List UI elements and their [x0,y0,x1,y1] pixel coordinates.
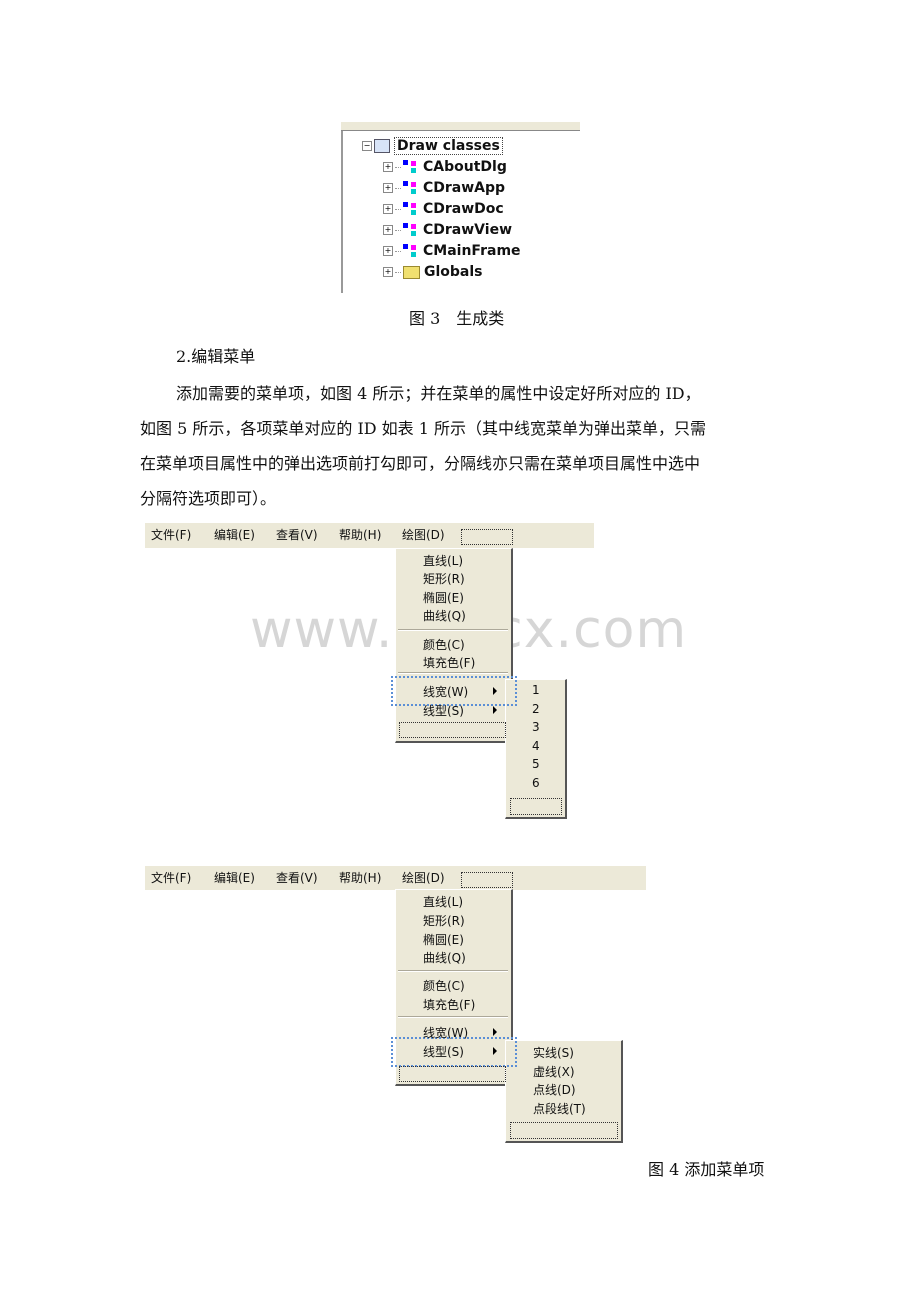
submenu-arrow-icon [493,1028,497,1036]
project-icon [374,139,390,153]
class-icon [403,202,419,216]
line-width-option[interactable]: 6 [532,776,540,790]
menu-separator [398,629,508,631]
collapse-icon[interactable]: − [362,141,372,151]
line-width-option[interactable]: 5 [532,757,540,771]
line-style-option[interactable]: 实线(S) [533,1044,574,1061]
document-page: − Draw classes + Globals 图 3 生成类 2.编辑菜单 … [0,0,920,1302]
panel-header [341,122,580,131]
line-style-option[interactable]: 点线(D) [533,1081,576,1098]
menubar-item-1[interactable]: 编辑(E) [214,526,255,543]
submenu-arrow-icon [493,687,497,695]
draw-menu-item[interactable]: 矩形(R) [423,912,465,929]
paragraph-line: 添加需要的菜单项，如图 4 所示；并在菜单的属性中设定好所对应的 ID， [176,384,701,403]
menu-separator [398,1016,508,1018]
line-width-option[interactable]: 2 [532,702,540,716]
paragraph-line: 在菜单项目属性中的弹出选项前打勾即可，分隔线亦只需在菜单项目属性中选中 [140,454,701,473]
menubar-item-2[interactable]: 查看(V) [276,869,318,886]
draw-menu-item[interactable]: 椭圆(E) [423,931,464,948]
figure4-caption: 图 4 添加菜单项 [648,1160,765,1179]
draw-menu-item[interactable]: 线宽(W) [423,1024,468,1041]
draw-menu-item[interactable]: 颜色(C) [423,977,465,994]
menubar-item-2[interactable]: 查看(V) [276,526,318,543]
tree-item-label: CAboutDlg [423,159,507,175]
draw-menu-item[interactable]: 曲线(Q) [423,607,466,624]
menubar-item-1[interactable]: 编辑(E) [214,869,255,886]
tree-root-label: Draw classes [394,137,503,155]
menubar-item-4[interactable]: 绘图(D) [402,869,445,886]
tree-item-class[interactable]: + CDrawDoc [383,199,504,219]
new-item-placeholder[interactable] [399,722,506,738]
tree-root[interactable]: − Draw classes [362,136,503,156]
line-width-option[interactable]: 4 [532,739,540,753]
tree-item-globals[interactable]: + Globals [383,262,483,282]
tree-item-label: Globals [424,264,483,280]
draw-menu-item[interactable]: 线型(S) [423,702,464,719]
draw-menu-item[interactable]: 填充色(F) [423,654,475,671]
expand-icon[interactable]: + [383,267,393,277]
menubar-item-0[interactable]: 文件(F) [151,526,191,543]
tree-item-class[interactable]: + CAboutDlg [383,157,507,177]
menubar-item-0[interactable]: 文件(F) [151,869,191,886]
new-item-placeholder[interactable] [399,1066,506,1082]
draw-menu-item[interactable]: 矩形(R) [423,570,465,587]
menu-separator [398,672,508,674]
line-style-option[interactable]: 虚线(X) [533,1063,575,1080]
expand-icon[interactable]: + [383,162,393,172]
draw-menu-item[interactable]: 颜色(C) [423,636,465,653]
line-width-option[interactable]: 1 [532,683,540,697]
new-item-placeholder[interactable] [510,1122,618,1139]
draw-menu-item[interactable]: 曲线(Q) [423,949,466,966]
expand-icon[interactable]: + [383,225,393,235]
menubar-item-3[interactable]: 帮助(H) [339,526,381,543]
folder-icon [403,265,420,279]
draw-menu-item[interactable]: 椭圆(E) [423,589,464,606]
figure3-caption: 图 3 生成类 [409,309,505,328]
section-heading: 2.编辑菜单 [176,347,256,366]
tree-item-label: CDrawView [423,222,512,238]
tree-item-class[interactable]: + CDrawApp [383,178,505,198]
draw-menu-item[interactable]: 直线(L) [423,552,463,569]
tree-item-label: CDrawApp [423,180,506,196]
new-item-placeholder[interactable] [510,798,562,815]
draw-menu-item[interactable]: 线型(S) [423,1043,464,1060]
paragraph-line: 分隔符选项即可）。 [140,489,277,508]
menu-separator [398,970,508,972]
line-width-option[interactable]: 3 [532,720,540,734]
class-icon [403,244,419,258]
submenu-arrow-icon [493,1047,497,1055]
expand-icon[interactable]: + [383,183,393,193]
class-icon [403,181,419,195]
paragraph-line: 如图 5 所示，各项菜单对应的 ID 如表 1 所示（其中线宽菜单为弹出菜单，只… [140,419,707,438]
new-menu-placeholder[interactable] [461,872,513,888]
draw-menu-item[interactable]: 直线(L) [423,893,463,910]
line-style-option[interactable]: 点段线(T) [533,1100,586,1117]
menubar-item-3[interactable]: 帮助(H) [339,869,381,886]
draw-menu-item[interactable]: 线宽(W) [423,683,468,700]
tree-item-label: CDrawDoc [423,201,504,217]
expand-icon[interactable]: + [383,204,393,214]
class-icon [403,223,419,237]
tree-item-class[interactable]: + CMainFrame [383,241,521,261]
new-menu-placeholder[interactable] [461,529,513,545]
tree-item-label: CMainFrame [423,243,521,259]
tree-item-class[interactable]: + CDrawView [383,220,512,240]
menubar-item-4[interactable]: 绘图(D) [402,526,445,543]
expand-icon[interactable]: + [383,246,393,256]
draw-menu-item[interactable]: 填充色(F) [423,996,475,1013]
submenu-arrow-icon [493,706,497,714]
class-icon [403,160,419,174]
